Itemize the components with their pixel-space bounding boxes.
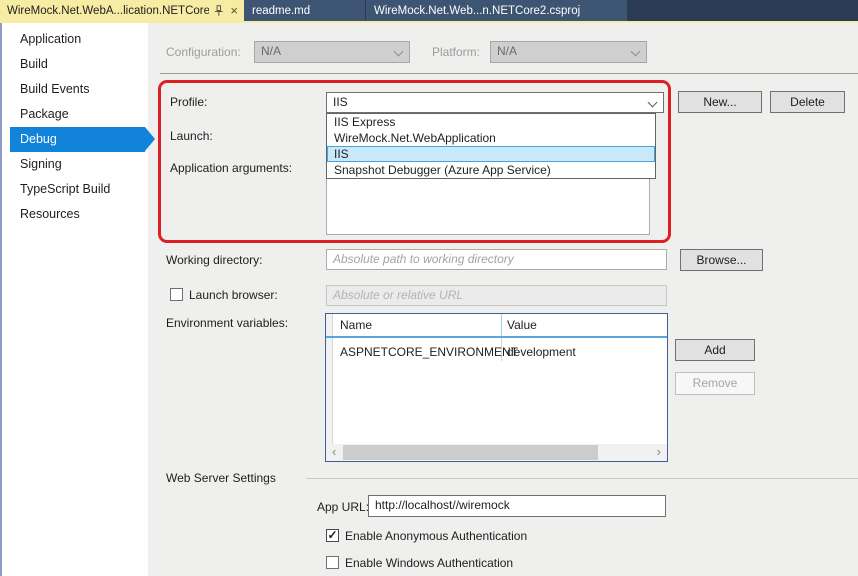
anonymous-auth-label: Enable Anonymous Authentication: [345, 529, 527, 543]
tab-project-properties[interactable]: WireMock.Net.WebA...lication.NETCore2 ×: [0, 0, 244, 21]
chevron-down-icon: [631, 47, 641, 57]
working-directory-input[interactable]: Absolute path to working directory: [326, 249, 667, 270]
launch-browser-label: Launch browser:: [189, 288, 278, 302]
sidebar-item-debug[interactable]: Debug: [10, 127, 145, 152]
scrollbar-thumb[interactable]: [343, 445, 598, 460]
sidebar-item-application[interactable]: Application: [2, 27, 148, 52]
configuration-label: Configuration:: [166, 45, 241, 59]
anonymous-auth-checkbox[interactable]: ✓: [326, 529, 339, 542]
app-url-input[interactable]: http://localhost//wiremock: [368, 495, 666, 517]
launch-browser-checkbox[interactable]: [170, 288, 183, 301]
project-properties-window: WireMock.Net.WebA...lication.NETCore2 × …: [0, 0, 858, 576]
delete-profile-button[interactable]: Delete: [770, 91, 845, 113]
add-env-var-button[interactable]: Add: [675, 339, 755, 361]
column-header-value[interactable]: Value: [507, 318, 537, 332]
configuration-dropdown: N/A: [254, 41, 410, 63]
windows-auth-checkbox[interactable]: [326, 556, 339, 569]
environment-variables-label: Environment variables:: [166, 316, 288, 330]
profile-value: IIS: [333, 95, 348, 109]
env-var-value-cell[interactable]: development: [507, 345, 576, 359]
env-var-name-cell[interactable]: ASPNETCORE_ENVIRONMENT: [340, 345, 518, 359]
profile-option-iis-express[interactable]: IIS Express: [327, 114, 655, 130]
launch-label: Launch:: [170, 129, 213, 143]
configuration-value: N/A: [261, 44, 281, 58]
sidebar-item-package[interactable]: Package: [2, 102, 148, 127]
platform-value: N/A: [497, 44, 517, 58]
application-arguments-label: Application arguments:: [170, 161, 292, 175]
profile-option-iis[interactable]: IIS: [327, 146, 655, 162]
close-icon[interactable]: ×: [230, 4, 238, 17]
chevron-down-icon: [394, 47, 404, 57]
working-directory-label: Working directory:: [166, 253, 262, 267]
tab-csproj[interactable]: WireMock.Net.Web...n.NETCore2.csproj: [366, 0, 628, 21]
horizontal-scrollbar[interactable]: ‹ ›: [326, 444, 667, 461]
sidebar-item-typescript-build[interactable]: TypeScript Build: [2, 177, 148, 202]
sidebar-item-signing[interactable]: Signing: [2, 152, 148, 177]
column-header-name[interactable]: Name: [340, 318, 372, 332]
column-divider: [501, 314, 502, 336]
header-underline: [326, 336, 667, 338]
web-server-settings-divider: [306, 478, 858, 479]
environment-variables-table: Name Value ASPNETCORE_ENVIRONMENT develo…: [325, 313, 668, 462]
document-tab-bar: WireMock.Net.WebA...lication.NETCore2 × …: [0, 0, 858, 21]
sidebar-item-build[interactable]: Build: [2, 52, 148, 77]
web-server-settings-label: Web Server Settings: [166, 471, 276, 485]
profile-option-snapshot-debugger[interactable]: Snapshot Debugger (Azure App Service): [327, 162, 655, 178]
tab-label: readme.md: [252, 5, 310, 17]
platform-dropdown: N/A: [490, 41, 647, 63]
profile-dropdown[interactable]: IIS: [326, 92, 664, 113]
profile-label: Profile:: [170, 95, 207, 109]
launch-browser-url-input: Absolute or relative URL: [326, 285, 667, 306]
app-url-label: App URL:: [317, 500, 369, 514]
sidebar-item-resources[interactable]: Resources: [2, 202, 148, 227]
tab-readme[interactable]: readme.md: [244, 0, 366, 21]
properties-sidebar: Application Build Build Events Package D…: [0, 23, 148, 576]
tab-label: WireMock.Net.Web...n.NETCore2.csproj: [374, 5, 580, 17]
browse-button[interactable]: Browse...: [680, 249, 763, 271]
tab-label: WireMock.Net.WebA...lication.NETCore2: [7, 5, 209, 17]
chevron-down-icon: [648, 98, 658, 108]
launch-browser-url-placeholder: Absolute or relative URL: [333, 288, 463, 302]
scroll-right-icon[interactable]: ›: [657, 444, 661, 460]
row-header-gutter: [326, 314, 333, 444]
sidebar-item-build-events[interactable]: Build Events: [2, 77, 148, 102]
profile-option-webapplication[interactable]: WireMock.Net.WebApplication: [327, 130, 655, 146]
platform-label: Platform:: [432, 45, 480, 59]
new-profile-button[interactable]: New...: [678, 91, 762, 113]
windows-auth-label: Enable Windows Authentication: [345, 556, 513, 570]
working-directory-placeholder: Absolute path to working directory: [333, 252, 514, 266]
remove-env-var-button: Remove: [675, 372, 755, 395]
app-url-value: http://localhost//wiremock: [375, 498, 510, 512]
section-divider: [160, 73, 858, 74]
pin-icon[interactable]: [214, 5, 224, 17]
profile-dropdown-list: IIS Express WireMock.Net.WebApplication …: [326, 113, 656, 179]
scroll-left-icon[interactable]: ‹: [332, 444, 336, 460]
